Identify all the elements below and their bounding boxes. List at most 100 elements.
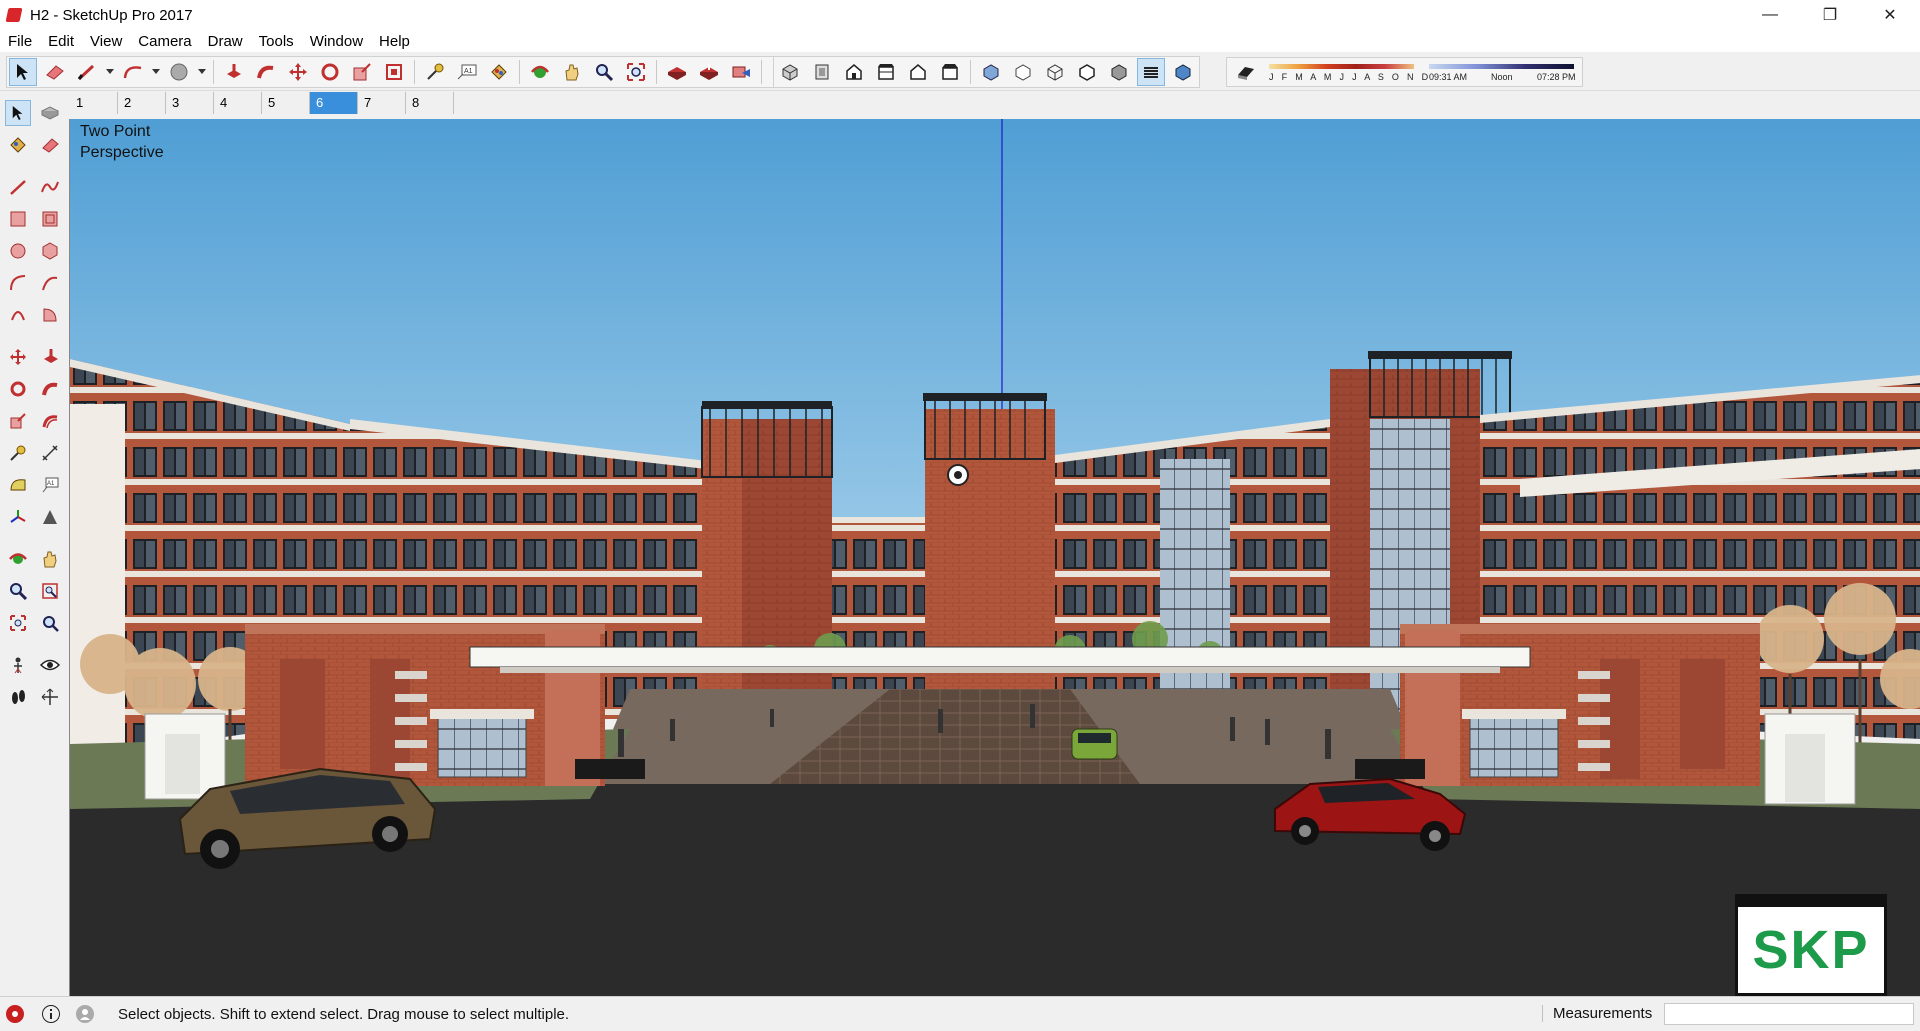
shaded-style-icon[interactable]: [1105, 58, 1133, 86]
menu-view[interactable]: View: [82, 33, 130, 50]
text-icon[interactable]: A1: [37, 472, 63, 498]
select-tool-icon[interactable]: [9, 58, 37, 86]
polygon-icon[interactable]: [37, 238, 63, 264]
zoom-extents-icon[interactable]: [5, 610, 31, 636]
front-view-icon[interactable]: [840, 58, 868, 86]
menu-edit[interactable]: Edit: [40, 33, 82, 50]
text-tool-icon[interactable]: A1: [453, 58, 481, 86]
orbit-tool-icon[interactable]: [526, 58, 554, 86]
orbit-icon[interactable]: [5, 546, 31, 572]
scene-tab-active[interactable]: 6: [310, 92, 358, 114]
scene-tab[interactable]: 8: [406, 92, 454, 114]
menu-camera[interactable]: Camera: [130, 33, 199, 50]
zoom-tool-icon[interactable]: [590, 58, 618, 86]
axes-icon[interactable]: [5, 504, 31, 530]
pie-icon[interactable]: [37, 302, 63, 328]
freehand-icon[interactable]: [37, 174, 63, 200]
zoom-extents-tool-icon[interactable]: [622, 58, 650, 86]
3d-text-icon[interactable]: [37, 504, 63, 530]
two-point-arc-icon[interactable]: [37, 270, 63, 296]
back-edges-style-icon[interactable]: [1009, 58, 1037, 86]
select-tool-icon[interactable]: [5, 100, 31, 126]
scale-icon[interactable]: [5, 408, 31, 434]
shape-dropdown-icon[interactable]: [197, 58, 207, 86]
credits-info-icon[interactable]: [42, 1005, 60, 1023]
hidden-line-style-icon[interactable]: [1073, 58, 1101, 86]
eraser-icon[interactable]: [37, 132, 63, 158]
paint-bucket-icon[interactable]: [5, 132, 31, 158]
scene-tab[interactable]: 3: [166, 92, 214, 114]
scale-tool-icon[interactable]: [348, 58, 376, 86]
tape-measure-tool-icon[interactable]: [421, 58, 449, 86]
tape-measure-icon[interactable]: [5, 440, 31, 466]
circle-icon[interactable]: [5, 238, 31, 264]
walk-icon[interactable]: [5, 684, 31, 710]
wireframe-style-icon[interactable]: [1041, 58, 1069, 86]
offset-tool-icon[interactable]: [380, 58, 408, 86]
scene-tab[interactable]: 1: [70, 92, 118, 114]
menu-tools[interactable]: Tools: [251, 33, 302, 50]
model-viewport[interactable]: Two Point Perspective SKP: [69, 119, 1920, 996]
line-dropdown-icon[interactable]: [105, 58, 115, 86]
push-pull-tool-icon[interactable]: [220, 58, 248, 86]
eraser-tool-icon[interactable]: [41, 58, 69, 86]
protractor-icon[interactable]: [5, 472, 31, 498]
move-icon[interactable]: [5, 344, 31, 370]
arc-dropdown-icon[interactable]: [151, 58, 161, 86]
top-view-icon[interactable]: [808, 58, 836, 86]
share-model-icon[interactable]: [695, 58, 723, 86]
pan-tool-icon[interactable]: [558, 58, 586, 86]
push-pull-icon[interactable]: [37, 344, 63, 370]
menu-file[interactable]: File: [0, 33, 40, 50]
make-component-icon[interactable]: [37, 100, 63, 126]
menu-help[interactable]: Help: [371, 33, 418, 50]
arc-icon[interactable]: [5, 270, 31, 296]
time-slider[interactable]: [1429, 64, 1574, 69]
monochrome-style-icon[interactable]: [1169, 58, 1197, 86]
scene-tab[interactable]: 2: [118, 92, 166, 114]
close-button[interactable]: ✕: [1860, 0, 1920, 30]
look-around-icon[interactable]: [37, 652, 63, 678]
scene-tab[interactable]: 5: [262, 92, 310, 114]
date-slider[interactable]: [1269, 64, 1414, 69]
three-point-arc-icon[interactable]: [5, 302, 31, 328]
section-plane-icon[interactable]: [37, 684, 63, 710]
left-view-icon[interactable]: [936, 58, 964, 86]
previous-view-icon[interactable]: [37, 610, 63, 636]
line-tool-icon[interactable]: [73, 58, 101, 86]
paint-bucket-tool-icon[interactable]: [485, 58, 513, 86]
minimize-button[interactable]: —: [1740, 0, 1800, 30]
maximize-button[interactable]: ❐: [1800, 0, 1860, 30]
menu-draw[interactable]: Draw: [200, 33, 251, 50]
iso-view-icon[interactable]: [776, 58, 804, 86]
move-tool-icon[interactable]: [284, 58, 312, 86]
rotate-tool-icon[interactable]: [316, 58, 344, 86]
menu-window[interactable]: Window: [302, 33, 371, 50]
back-view-icon[interactable]: [904, 58, 932, 86]
geo-location-icon[interactable]: [6, 1005, 24, 1023]
follow-me-tool-icon[interactable]: [252, 58, 280, 86]
right-view-icon[interactable]: [872, 58, 900, 86]
shadows-toggle-icon[interactable]: [1235, 61, 1257, 86]
share-component-icon[interactable]: [727, 58, 755, 86]
shaded-textures-style-icon[interactable]: [1137, 58, 1165, 86]
rotated-rectangle-icon[interactable]: [37, 206, 63, 232]
follow-me-icon[interactable]: [37, 376, 63, 402]
user-account-icon[interactable]: [76, 1005, 94, 1023]
dimension-icon[interactable]: [37, 440, 63, 466]
pan-icon[interactable]: [37, 546, 63, 572]
rotate-icon[interactable]: [5, 376, 31, 402]
rectangle-icon[interactable]: [5, 206, 31, 232]
zoom-window-icon[interactable]: [37, 578, 63, 604]
shape-tool-icon[interactable]: [165, 58, 193, 86]
offset-icon[interactable]: [37, 408, 63, 434]
position-camera-icon[interactable]: [5, 652, 31, 678]
xray-style-icon[interactable]: [977, 58, 1005, 86]
measurements-input[interactable]: [1664, 1003, 1914, 1025]
arc-tool-icon[interactable]: [119, 58, 147, 86]
3d-warehouse-icon[interactable]: [663, 58, 691, 86]
line-icon[interactable]: [5, 174, 31, 200]
scene-tab[interactable]: 7: [358, 92, 406, 114]
scene-tab[interactable]: 4: [214, 92, 262, 114]
zoom-icon[interactable]: [5, 578, 31, 604]
